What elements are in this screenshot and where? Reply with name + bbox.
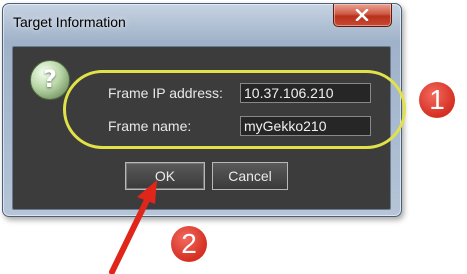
frame-ip-field[interactable]: 10.37.106.210 [240, 83, 371, 103]
frame-name-label: Frame name: [108, 118, 192, 134]
question-icon: ? [30, 60, 70, 100]
ok-button[interactable]: OK [125, 162, 205, 190]
dialog-content: ? Frame IP address: 10.37.106.210 Frame … [12, 46, 391, 210]
frame-name-field[interactable]: myGekko210 [240, 116, 371, 136]
step-2-badge: 2 [171, 226, 207, 262]
close-icon [355, 9, 369, 21]
step-1-badge: 1 [419, 82, 455, 118]
dialog-title: Target Information [13, 14, 126, 30]
cancel-button[interactable]: Cancel [212, 162, 288, 190]
close-button[interactable] [333, 4, 392, 27]
target-information-dialog: Target Information ? Frame IP address: 1… [2, 3, 402, 217]
screenshot: Target Information ? Frame IP address: 1… [0, 0, 467, 274]
frame-ip-label: Frame IP address: [108, 85, 223, 101]
